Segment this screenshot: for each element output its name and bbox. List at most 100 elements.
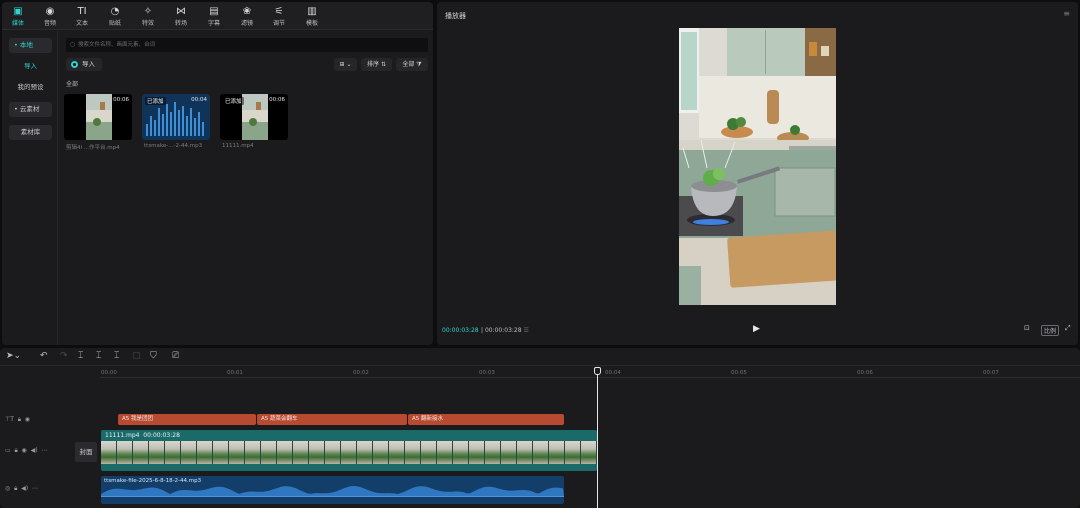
lock-icon: 🔒︎ bbox=[14, 485, 18, 492]
video-clip[interactable]: 11111.mp4 00:00:03:28 bbox=[101, 430, 597, 471]
sort-button[interactable]: 排序 ⇅ bbox=[361, 58, 392, 71]
tab-captions[interactable]: ▤ 字幕 bbox=[198, 5, 230, 27]
more-icon: ⋯ bbox=[31, 485, 38, 492]
import-button[interactable]: 导入 bbox=[66, 58, 102, 71]
tab-sticker[interactable]: ◔ 贴纸 bbox=[99, 5, 131, 27]
undo-icon[interactable]: ↶ bbox=[40, 351, 48, 361]
film-frame bbox=[485, 441, 501, 464]
tab-audio[interactable]: ◉ 音频 bbox=[34, 5, 66, 27]
film-frame bbox=[101, 441, 117, 464]
playhead[interactable] bbox=[597, 368, 598, 508]
fullscreen-icon: ⤢ bbox=[1065, 324, 1071, 332]
media-item[interactable]: 已添加 00:04 bbox=[142, 94, 210, 140]
audio-icon: ◉ bbox=[45, 6, 55, 17]
tab-adjust[interactable]: ⚟ 调节 bbox=[263, 5, 295, 27]
text-clip[interactable]: A5 蔬菜会翻车 bbox=[257, 414, 407, 425]
lock-icon: 🔒︎ bbox=[14, 447, 18, 454]
delete-icon[interactable]: ▢ bbox=[132, 351, 141, 361]
tab-filter[interactable]: ❀ 滤镜 bbox=[231, 5, 263, 27]
text-track-controls[interactable]: ⊤T 🔒︎ ◉ bbox=[5, 416, 30, 424]
sidebar-item-cloud[interactable]: • 云素材 bbox=[9, 102, 52, 117]
sidebar-item-local[interactable]: • 本地 bbox=[9, 38, 52, 53]
volume-icon: ◀) bbox=[30, 447, 38, 454]
tab-template[interactable]: ▥ 模板 bbox=[296, 5, 328, 27]
template-icon: ▥ bbox=[307, 6, 317, 17]
play-button[interactable]: ▶ bbox=[753, 324, 760, 334]
ruler-label: 00:04 bbox=[605, 370, 621, 376]
media-sidebar: • 本地 导入 我的预设 • 云素材 素材库 bbox=[2, 30, 58, 345]
film-frame bbox=[293, 441, 309, 464]
film-frame bbox=[373, 441, 389, 464]
film-frame bbox=[405, 441, 421, 464]
screenshot-icon[interactable]: ⎚ bbox=[172, 351, 179, 361]
timeline-toolbar: ➤⌄ ↶ ↷ ⌶ ⌶ ⌶ ▢ ⛉ ⎚ bbox=[0, 348, 1080, 366]
film-frame bbox=[469, 441, 485, 464]
film-frame bbox=[517, 441, 533, 464]
film-frame bbox=[357, 441, 373, 464]
sidebar-item-import[interactable]: 导入 bbox=[9, 59, 52, 74]
ruler-label: 00:01 bbox=[227, 370, 243, 376]
film-frame bbox=[277, 441, 293, 464]
split-right-icon[interactable]: ⌶ bbox=[114, 351, 119, 361]
eye-icon: ◉ bbox=[21, 447, 27, 454]
added-badge: 已添加 bbox=[145, 97, 166, 105]
select-tool-icon[interactable]: ➤⌄ bbox=[6, 351, 21, 361]
filmstrip bbox=[101, 441, 597, 464]
split-icon[interactable]: ⌶ bbox=[78, 351, 83, 361]
search-icon: ○ bbox=[70, 41, 76, 48]
media-duration: 00:04 bbox=[191, 97, 207, 103]
film-frame bbox=[581, 441, 597, 464]
shield-icon[interactable]: ⛉ bbox=[150, 351, 157, 361]
playhead-handle[interactable] bbox=[594, 367, 601, 375]
split-left-icon[interactable]: ⌶ bbox=[96, 351, 101, 361]
audio-clip[interactable]: ttsmake-file-2025-6-8-18-2-44.mp3 bbox=[101, 476, 564, 504]
video-preview[interactable] bbox=[679, 28, 836, 305]
film-frame bbox=[229, 441, 245, 464]
media-item[interactable]: 已添加 00:06 bbox=[220, 94, 288, 140]
audio-waveform bbox=[101, 486, 564, 497]
tab-effects[interactable]: ✧ 特效 bbox=[132, 5, 164, 27]
transition-icon: ⋈ bbox=[176, 6, 186, 17]
list-icon: ☰ bbox=[523, 327, 529, 334]
film-frame bbox=[437, 441, 453, 464]
current-time: 00:00:03:28 bbox=[442, 327, 479, 334]
fullscreen-button[interactable]: ⤢ bbox=[1065, 324, 1071, 333]
tab-text[interactable]: TI 文本 bbox=[66, 5, 98, 27]
view-mode-button[interactable]: ⊞ ⌄ bbox=[334, 58, 357, 71]
search-placeholder: 搜索文件名称、画面元素、台词 bbox=[78, 42, 156, 48]
film-frame bbox=[389, 441, 405, 464]
filter-icon: ❀ bbox=[242, 6, 252, 17]
search-input[interactable]: ○ 搜索文件名称、画面元素、台词 bbox=[66, 38, 428, 52]
sticker-icon: ◔ bbox=[110, 6, 120, 17]
film-frame bbox=[565, 441, 581, 464]
ruler-label: 00:03 bbox=[479, 370, 495, 376]
cover-button[interactable]: 封面 bbox=[75, 442, 97, 462]
film-frame bbox=[325, 441, 341, 464]
menu-icon[interactable]: ≡ bbox=[1063, 9, 1070, 18]
film-frame bbox=[197, 441, 213, 464]
text-clip[interactable]: A5 我是团团 bbox=[118, 414, 256, 425]
captions-icon: ▤ bbox=[209, 6, 219, 17]
grid-icon: ⊞ ⌄ bbox=[339, 61, 352, 68]
text-clip[interactable]: A5 翻新接水 bbox=[408, 414, 564, 425]
sort-icon: ⇅ bbox=[380, 61, 386, 68]
ruler-label: 00:05 bbox=[731, 370, 747, 376]
tab-transition[interactable]: ⋈ 转场 bbox=[165, 5, 197, 27]
audio-track-controls[interactable]: ◎ 🔒︎ ◀) ⋯ bbox=[5, 485, 38, 493]
film-frame bbox=[133, 441, 149, 464]
tab-media[interactable]: ▣ 媒体 bbox=[2, 5, 34, 27]
filter-button[interactable]: 全部 ⧩ bbox=[396, 58, 428, 71]
video-track-controls[interactable]: ▭ 🔒︎ ◉ ◀) ⋯ bbox=[5, 447, 47, 455]
redo-icon[interactable]: ↷ bbox=[60, 351, 68, 361]
timeline-panel: ➤⌄ ↶ ↷ ⌶ ⌶ ⌶ ▢ ⛉ ⎚ 00:00 00:01 00:02 00:… bbox=[0, 348, 1080, 508]
media-item[interactable]: 00:06 bbox=[64, 94, 132, 140]
fit-button[interactable]: ⊡ bbox=[1024, 324, 1030, 332]
sidebar-item-my-presets[interactable]: 我的预设 bbox=[9, 80, 52, 95]
focus-icon: ⊡ bbox=[1024, 324, 1030, 332]
film-frame bbox=[341, 441, 357, 464]
filter-icon: ⧩ bbox=[416, 61, 422, 68]
player-title: 播放器 bbox=[445, 12, 466, 20]
sidebar-item-library[interactable]: 素材库 bbox=[9, 125, 52, 140]
ratio-button[interactable]: 比例 bbox=[1041, 325, 1060, 336]
film-frame bbox=[117, 441, 133, 464]
